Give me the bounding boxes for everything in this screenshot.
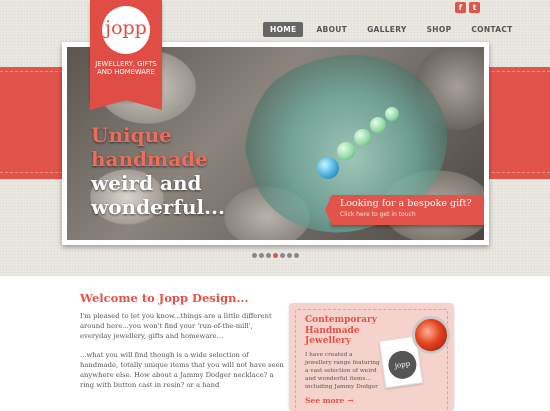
see-more-label: See more <box>305 396 345 405</box>
hero-headline: Unique handmade weird and wonderful... <box>91 123 225 219</box>
cta-title: Looking for a bespoke gift? <box>340 198 472 209</box>
ring-image <box>412 316 450 354</box>
nav-item-shop[interactable]: SHOP <box>420 22 459 37</box>
bead-image <box>385 107 399 121</box>
see-more-link[interactable]: See more → <box>305 396 354 405</box>
site-logo[interactable]: jopp JEWELLERY, GIFTS AND HOMEWARE <box>90 0 162 110</box>
intro-paragraph: I'm pleased to let you know...things are… <box>80 312 272 340</box>
nav-item-home[interactable]: HOME <box>263 22 304 37</box>
slide-dot[interactable] <box>280 253 285 258</box>
slide-dot[interactable] <box>259 253 264 258</box>
slide-dot[interactable] <box>266 253 271 258</box>
card-description: I have created a jewellery range featuri… <box>305 352 380 390</box>
intro-paragraph-2: ...what you will find though is a wide s… <box>80 351 284 389</box>
slide-dot-active[interactable] <box>273 253 278 258</box>
headline-line-1: Unique <box>91 123 172 147</box>
bead-image <box>370 117 386 133</box>
logo-text: jopp <box>105 17 147 39</box>
nav-item-about[interactable]: ABOUT <box>309 22 354 37</box>
bespoke-gift-cta[interactable]: Looking for a bespoke gift? Click here t… <box>325 195 484 225</box>
nav-item-contact[interactable]: CONTACT <box>464 22 519 37</box>
bead-image <box>337 142 355 160</box>
slide-dot[interactable] <box>287 253 292 258</box>
headline-line-4: wonderful... <box>91 195 225 219</box>
bead-image <box>354 129 371 146</box>
welcome-heading: Welcome to Jopp Design... <box>80 291 249 305</box>
slide-dot[interactable] <box>294 253 299 258</box>
slider-pagination <box>252 253 299 258</box>
main-nav: HOME ABOUT GALLERY SHOP CONTACT <box>263 22 526 37</box>
slide-dot[interactable] <box>252 253 257 258</box>
arrow-right-icon: → <box>347 396 354 405</box>
logo-tagline: JEWELLERY, GIFTS AND HOMEWARE <box>95 60 157 76</box>
social-links: f t <box>455 2 480 13</box>
headline-line-3: weird and <box>91 171 202 195</box>
headline-line-2: handmade <box>91 147 208 171</box>
cta-subtitle: Click here to get in touch <box>340 211 416 218</box>
logo-circle: jopp <box>102 6 150 54</box>
tag-logo: jopp <box>386 349 419 381</box>
bead-image <box>317 157 339 179</box>
facebook-icon[interactable]: f <box>455 2 466 13</box>
nav-item-gallery[interactable]: GALLERY <box>360 22 414 37</box>
twitter-icon[interactable]: t <box>469 2 480 13</box>
